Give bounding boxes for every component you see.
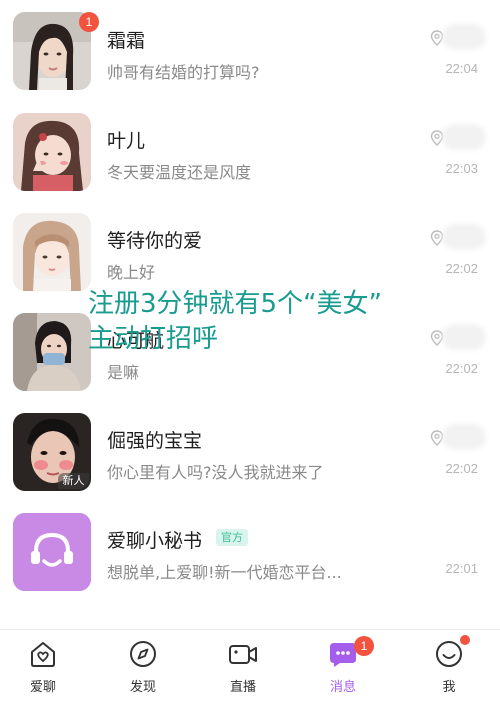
official-tag: 官方	[216, 529, 248, 546]
tab-me[interactable]: 我	[400, 630, 500, 705]
heart-home-icon	[31, 642, 55, 667]
tab-discover[interactable]: 发现	[100, 630, 200, 705]
conversation-item[interactable]: 1 霜霜 帅哥有结婚的打算吗? 22:04	[0, 0, 500, 100]
message-time: 22:02	[445, 361, 478, 376]
message-time: 22:01	[445, 561, 478, 576]
conversation-name: 等待你的爱	[107, 230, 203, 252]
blurred-distance	[446, 28, 482, 46]
location-pin-icon	[430, 30, 444, 46]
tab-aichat[interactable]: 爱聊	[0, 630, 100, 705]
notification-dot	[460, 635, 470, 645]
bottom-tab-bar: 爱聊 发现 直播 1 消息 我	[0, 629, 500, 705]
conversation-preview: 晚上好	[107, 263, 156, 282]
messages-unread-badge: 1	[354, 636, 374, 656]
conversation-preview: 是嘛	[107, 363, 140, 382]
message-time: 22:04	[445, 61, 478, 76]
tab-live[interactable]: 直播	[200, 630, 300, 705]
conversation-preview: 冬天要温度还是风度	[107, 163, 252, 182]
location-pin-icon	[430, 330, 444, 346]
message-time: 22:03	[445, 161, 478, 176]
promo-overlay-line1: 注册3分钟就有5个“美女”	[88, 289, 383, 319]
conversation-name: 霜霜	[107, 30, 146, 52]
headset-icon	[13, 513, 91, 591]
conversation-name: 倔强的宝宝	[107, 430, 203, 452]
blurred-distance	[446, 228, 482, 246]
conversation-item[interactable]: 叶儿 冬天要温度还是风度 22:03	[0, 100, 500, 200]
unread-badge: 1	[79, 12, 99, 32]
conversation-preview: 帅哥有结婚的打算吗?	[107, 63, 260, 82]
compass-icon	[130, 641, 156, 667]
tab-label: 我	[442, 680, 456, 695]
location-pin-icon	[430, 230, 444, 246]
blurred-distance	[446, 128, 482, 146]
new-user-tag: 新人	[58, 473, 89, 489]
video-camera-icon	[229, 645, 257, 664]
tab-label: 直播	[229, 680, 256, 695]
secretary-avatar[interactable]	[13, 513, 91, 591]
location-pin-icon	[430, 130, 444, 146]
conversation-preview: 想脱单,上爱聊!新一代婚恋平台...	[107, 563, 342, 582]
blurred-distance	[446, 328, 482, 346]
conversation-item[interactable]: 爱聊小秘书 想脱单,上爱聊!新一代婚恋平台... 22:01	[0, 500, 500, 600]
tab-label: 发现	[129, 680, 156, 695]
conversation-name: 叶儿	[107, 130, 146, 152]
message-time: 22:02	[445, 261, 478, 276]
tab-label: 爱聊	[29, 680, 56, 695]
avatar[interactable]	[13, 313, 91, 391]
tab-messages[interactable]: 1 消息	[300, 630, 400, 705]
conversation-preview: 你心里有人吗?没人我就进来了	[107, 463, 324, 482]
conversation-name: 爱聊小秘书	[107, 530, 203, 552]
message-time: 22:02	[445, 461, 478, 476]
location-pin-icon	[430, 430, 444, 446]
avatar[interactable]	[13, 113, 91, 191]
promo-overlay-line2: 主动打招呼	[88, 324, 219, 354]
avatar[interactable]	[13, 213, 91, 291]
tab-label: 消息	[329, 680, 356, 695]
smiley-profile-icon	[436, 641, 462, 667]
blurred-distance	[446, 428, 482, 446]
